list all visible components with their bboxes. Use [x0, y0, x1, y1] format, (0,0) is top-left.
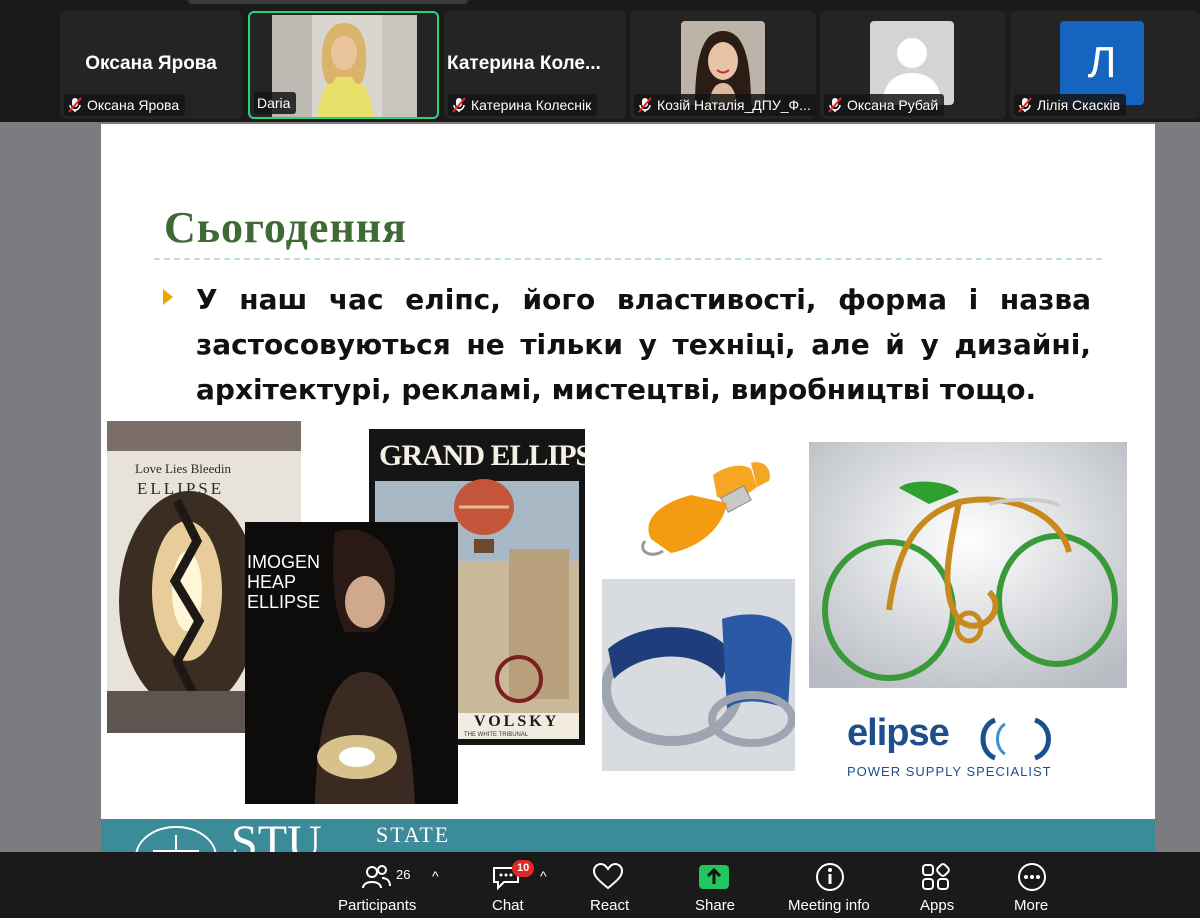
participant-display-name: Катерина Коле... — [447, 53, 601, 74]
participant-tile[interactable]: Оксана Рубай — [820, 11, 1006, 119]
university-emblem-icon — [135, 826, 217, 852]
participant-label: Daria — [254, 92, 297, 114]
more-dots-icon — [1018, 863, 1046, 891]
curved-phone-image — [602, 579, 795, 771]
mic-muted-icon — [828, 97, 842, 113]
title-divider — [154, 258, 1102, 260]
album-text-line: HEAP — [247, 572, 297, 592]
top-notch — [188, 0, 468, 4]
participant-name: Лілія Скасків — [1037, 97, 1121, 113]
album-text-line: IMOGEN — [247, 552, 321, 572]
book-title-text: GRAND ELLIPSE — [379, 439, 585, 472]
heart-icon — [592, 862, 624, 890]
slide-bullet-text: У наш час еліпс, його властивості, форма… — [196, 283, 1091, 406]
participants-count: 26 — [396, 867, 411, 882]
logo-tagline: POWER SUPPLY SPECIALIST — [847, 764, 1052, 779]
more-label: More — [1014, 897, 1049, 914]
elipse-logo: elipse POWER SUPPLY SPECIALIST — [841, 712, 1071, 784]
mic-muted-icon — [452, 97, 466, 113]
share-screen-icon — [699, 865, 729, 889]
participants-chevron-up-icon[interactable]: ^ — [432, 868, 439, 884]
participant-name: Daria — [257, 95, 291, 111]
react-label: React — [590, 897, 630, 914]
share-button[interactable]: Share — [690, 852, 738, 918]
book-subtitle-text: THE WHITE TRIBUNAL — [464, 732, 529, 738]
participant-name: Оксана Рубай — [847, 97, 939, 113]
screen-share-area: Сьогодення У наш час еліпс, його властив… — [0, 122, 1200, 852]
slide-title: Сьогодення — [164, 203, 407, 252]
participant-tile[interactable]: Катерина Коле... Катерина Колеснік — [444, 11, 626, 119]
participant-display-name: Оксана Ярова — [85, 53, 217, 74]
apps-button[interactable]: Apps — [914, 852, 958, 918]
participants-label: Participants — [338, 897, 417, 914]
bullet-arrow-icon — [163, 289, 173, 305]
mic-muted-icon — [638, 97, 652, 113]
participants-button[interactable]: 26 Participants — [334, 852, 418, 918]
album-text-line: ELLIPSE — [137, 479, 225, 498]
participant-tile[interactable]: Козій Наталія_ДПУ_Ф... — [630, 11, 816, 119]
participant-tile[interactable]: Л Лілія Скасків — [1010, 11, 1200, 119]
album-text-line: ELLIPSE — [247, 592, 321, 612]
meeting-toolbar: 26 Participants ^ 10 Chat ^ React Share … — [0, 852, 1200, 918]
participant-label: Оксана Рубай — [824, 94, 945, 116]
apps-icon — [922, 863, 950, 890]
meeting-info-button[interactable]: Meeting info — [786, 852, 874, 918]
footer-word: STATE — [376, 822, 451, 847]
logo-ellipse-icon — [980, 717, 1051, 761]
usb-drive-image — [631, 439, 781, 569]
participants-icon — [362, 865, 391, 889]
ellipse-bicycle-image — [809, 442, 1127, 688]
participant-name: Оксана Ярова — [87, 97, 180, 113]
info-icon — [816, 863, 844, 891]
react-button[interactable]: React — [584, 852, 632, 918]
participant-label: Катерина Колеснік — [448, 94, 598, 116]
chat-chevron-up-icon[interactable]: ^ — [540, 868, 547, 884]
participant-label: Козій Наталія_ДПУ_Ф... — [634, 94, 816, 116]
share-label: Share — [695, 897, 736, 914]
chat-label: Chat — [492, 897, 524, 914]
participant-tile[interactable]: Оксана Ярова Оксана Ярова — [60, 11, 242, 119]
footer-logo-text: STU — [231, 819, 322, 852]
mic-muted-icon — [1018, 97, 1032, 113]
letter-avatar: Л — [1060, 21, 1144, 105]
chat-unread-badge: 10 — [512, 860, 535, 877]
album-text-line: Love Lies Bleedin — [135, 461, 232, 476]
mic-muted-icon — [68, 97, 82, 113]
slide-footer-band: STU STATE — [101, 819, 1155, 852]
chat-button[interactable]: 10 Chat — [484, 852, 535, 918]
book-author-text: VOLSKY — [474, 713, 560, 730]
album-cover-imogen-heap: IMOGEN HEAP ELLIPSE — [245, 522, 458, 804]
meeting-info-label: Meeting info — [788, 897, 870, 914]
participant-label: Лілія Скасків — [1014, 94, 1127, 116]
participant-name: Катерина Колеснік — [471, 97, 592, 113]
participant-name: Козій Наталія_ДПУ_Ф... — [657, 97, 811, 113]
more-button[interactable]: More — [1010, 852, 1054, 918]
participant-label: Оксана Ярова — [64, 94, 186, 116]
presentation-slide: Сьогодення У наш час еліпс, його властив… — [101, 124, 1155, 852]
participant-tile-active[interactable]: Daria — [248, 11, 439, 119]
default-avatar-icon — [870, 21, 954, 105]
apps-label: Apps — [920, 897, 955, 914]
participant-strip: Оксана Ярова Оксана Ярова Daria Катерина — [0, 0, 1200, 122]
logo-wordmark: elipse — [847, 712, 950, 754]
participant-photo — [681, 21, 765, 105]
